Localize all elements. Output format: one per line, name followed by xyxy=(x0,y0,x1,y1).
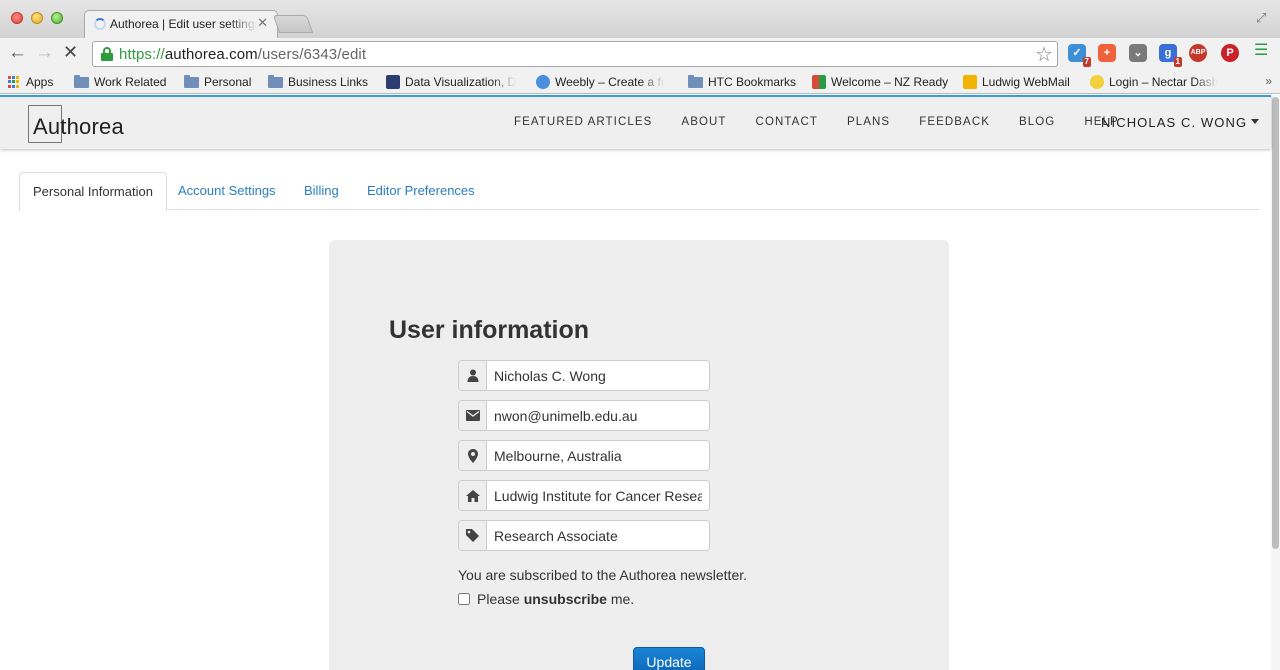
tab-editor-preferences[interactable]: Editor Preferences xyxy=(354,172,488,210)
tab-personal-information[interactable]: Personal Information xyxy=(19,172,167,211)
bookmark-personal[interactable]: Personal xyxy=(184,74,251,90)
fullscreen-icon[interactable]: ⤢ xyxy=(1256,10,1270,25)
bookmark-business-links[interactable]: Business Links xyxy=(268,74,368,90)
bookmark-data-visualization[interactable]: Data Visualization, D xyxy=(386,74,520,90)
tab-close-icon[interactable]: ✕ xyxy=(257,16,268,29)
bookmarks-bar: Apps Work Related Personal Business Link… xyxy=(0,70,1280,94)
close-window-button[interactable] xyxy=(11,12,23,24)
google-plus-icon[interactable]: g1 xyxy=(1159,44,1182,67)
name-field xyxy=(458,360,710,391)
institution-input[interactable] xyxy=(487,481,709,510)
bookmark-htc[interactable]: HTC Bookmarks xyxy=(688,74,796,90)
map-marker-icon xyxy=(459,441,487,470)
extension-badge: 1 xyxy=(1173,57,1182,67)
menu-hamburger-icon[interactable]: ☰ xyxy=(1254,43,1268,59)
tab-billing[interactable]: Billing xyxy=(291,172,352,210)
email-input[interactable] xyxy=(487,401,709,430)
job-title-field xyxy=(458,520,710,551)
user-info-panel: User information You are subscribed to t… xyxy=(329,240,949,670)
new-tab-button[interactable] xyxy=(272,15,314,33)
browser-tab-title: Authorea | Edit user settings xyxy=(110,17,258,31)
institution-field xyxy=(458,480,710,511)
extension-badge: 7 xyxy=(1082,57,1091,67)
bookmark-weebly[interactable]: Weebly – Create a fr xyxy=(536,74,671,90)
address-bar[interactable]: https://authorea.com/users/6343/edit ☆ xyxy=(92,41,1058,67)
todo-check-icon[interactable]: ✓ 7 xyxy=(1068,44,1091,67)
forward-arrow-icon[interactable]: → xyxy=(35,43,54,62)
browser-tab[interactable]: Authorea | Edit user settings ✕ xyxy=(84,10,278,38)
location-input[interactable] xyxy=(487,441,709,470)
newsletter-status: You are subscribed to the Authorea newsl… xyxy=(458,567,748,583)
panel-title: User information xyxy=(389,316,590,344)
browser-toolbar: ← → ✕ https://authorea.com/users/6343/ed… xyxy=(0,38,1280,70)
url-text[interactable]: https://authorea.com/users/6343/edit xyxy=(119,46,366,63)
envelope-icon xyxy=(459,401,487,430)
unsubscribe-row: Please unsubscribe me. xyxy=(458,591,634,607)
update-button[interactable]: Update xyxy=(633,647,705,670)
back-arrow-icon[interactable]: ← xyxy=(8,43,27,62)
scrollbar-thumb[interactable] xyxy=(1272,97,1279,549)
nz-ready-icon xyxy=(812,75,826,89)
folder-icon xyxy=(688,74,703,88)
bookmark-nectar[interactable]: Login – Nectar Dash xyxy=(1090,74,1224,90)
nav-feedback[interactable]: FEEDBACK xyxy=(919,116,990,128)
home-icon xyxy=(459,481,487,510)
adblock-plus-icon[interactable]: ABP xyxy=(1189,44,1207,62)
bookmark-nz-ready[interactable]: Welcome – NZ Ready xyxy=(812,74,948,90)
bookmark-work-related[interactable]: Work Related xyxy=(74,74,166,90)
nav-contact[interactable]: CONTACT xyxy=(756,116,818,128)
nectar-icon xyxy=(1090,75,1104,89)
loading-spinner-icon xyxy=(94,18,106,30)
folder-icon xyxy=(184,74,199,88)
user-icon xyxy=(459,361,487,390)
user-menu[interactable]: NICHOLAS C. WONG xyxy=(1101,115,1260,130)
email-field xyxy=(458,400,710,431)
bookmark-ludwig-webmail[interactable]: Ludwig WebMail xyxy=(963,74,1070,90)
zoom-window-button[interactable] xyxy=(51,12,63,24)
minimize-window-button[interactable] xyxy=(31,12,43,24)
settings-tabs: Personal Information Account Settings Bi… xyxy=(19,172,1259,211)
plus-icon[interactable]: + xyxy=(1098,44,1116,62)
folder-icon xyxy=(74,74,89,88)
bookmark-apps[interactable]: Apps xyxy=(8,74,53,90)
unsubscribe-label: Please unsubscribe me. xyxy=(477,591,635,607)
stop-loading-icon[interactable]: ✕ xyxy=(63,43,78,61)
name-input[interactable] xyxy=(487,361,709,390)
location-field xyxy=(458,440,710,471)
tab-account-settings[interactable]: Account Settings xyxy=(165,172,289,210)
site-favicon-icon xyxy=(386,75,400,89)
pocket-icon[interactable]: ⌄ xyxy=(1129,44,1147,62)
nav-about[interactable]: ABOUT xyxy=(681,116,726,128)
main-nav: FEATURED ARTICLES ABOUT CONTACT PLANS FE… xyxy=(514,116,1119,128)
caret-down-icon xyxy=(1251,119,1260,125)
lock-icon xyxy=(101,47,113,61)
site-header: Authorea FEATURED ARTICLES ABOUT CONTACT… xyxy=(0,95,1271,149)
browser-titlebar: Authorea | Edit user settings ✕ ⤢ xyxy=(0,0,1280,38)
nav-plans[interactable]: PLANS xyxy=(847,116,890,128)
bookmarks-overflow-icon[interactable]: » xyxy=(1265,74,1272,88)
unsubscribe-checkbox[interactable] xyxy=(458,593,470,605)
nav-blog[interactable]: BLOG xyxy=(1019,116,1055,128)
tag-icon xyxy=(459,521,487,550)
mail-icon xyxy=(963,75,977,89)
bookmark-star-icon[interactable]: ☆ xyxy=(1035,42,1053,67)
job-title-input[interactable] xyxy=(487,521,709,550)
folder-icon xyxy=(268,74,283,88)
nav-featured-articles[interactable]: FEATURED ARTICLES xyxy=(514,116,652,128)
pinterest-icon[interactable]: P xyxy=(1221,44,1239,62)
weebly-icon xyxy=(536,75,550,89)
apps-grid-icon xyxy=(8,75,21,89)
